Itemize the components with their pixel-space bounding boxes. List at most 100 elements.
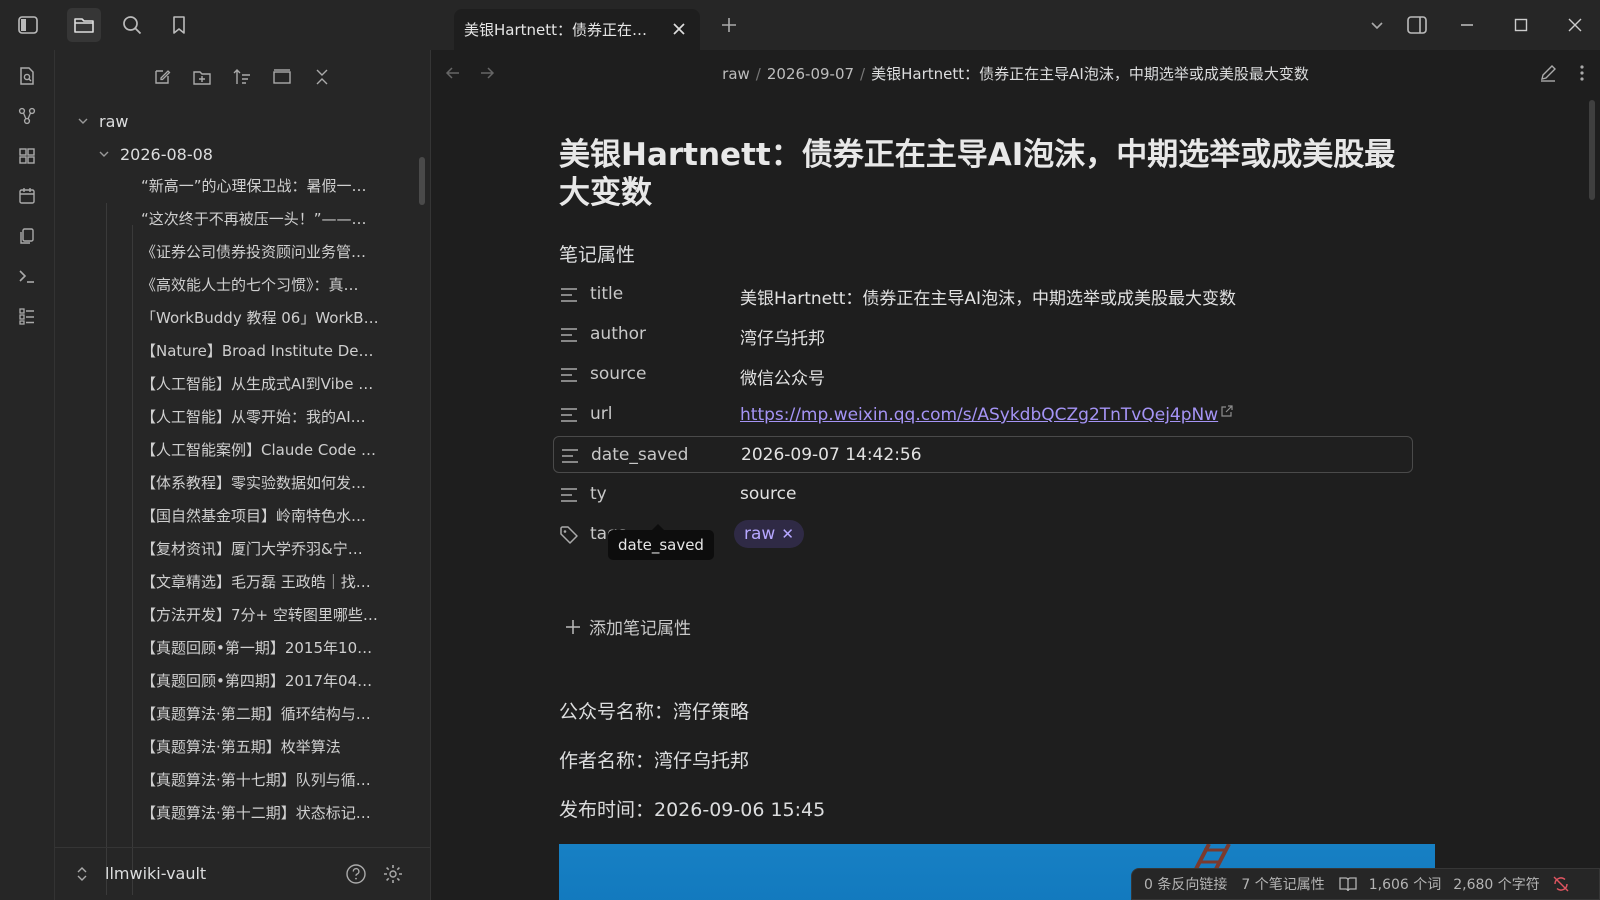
close-icon[interactable] xyxy=(670,20,688,38)
file-item[interactable]: 【真题算法·第五期】枚举算法 xyxy=(141,733,391,761)
help-icon[interactable] xyxy=(343,861,369,887)
property-key[interactable]: title xyxy=(590,284,623,304)
file-item[interactable]: “这次终于不再被压一头！”——… xyxy=(141,205,391,233)
maximize-icon[interactable] xyxy=(1506,10,1536,40)
property-value[interactable]: 2026-09-07 14:42:56 xyxy=(741,445,922,465)
file-item[interactable]: 【方法开发】7分+ 空转图里哪些… xyxy=(141,601,391,629)
file-item[interactable]: 【人工智能】从生成式AI到Vibe … xyxy=(141,370,391,398)
text-property-icon[interactable] xyxy=(559,405,579,425)
explorer-scrollbar[interactable] xyxy=(419,157,425,205)
note-title[interactable]: 美银Hartnett：债券正在主导AI泡沫，中期选举或成美股最大变数 xyxy=(559,136,1419,212)
file-item[interactable]: 【真题算法·第十二期】状态标记… xyxy=(141,799,391,827)
text-property-icon[interactable] xyxy=(560,446,580,466)
vault-switch-icon[interactable] xyxy=(73,864,91,884)
file-item[interactable]: 《高效能人士的七个习惯》：真… xyxy=(141,271,391,299)
property-value[interactable]: 微信公众号 xyxy=(740,364,825,389)
grid-icon[interactable] xyxy=(14,143,40,169)
property-value[interactable]: 湾仔乌托邦 xyxy=(740,324,825,349)
vault-name[interactable]: llmwiki-vault xyxy=(105,864,206,883)
tag-icon[interactable] xyxy=(559,525,579,545)
property-row-author[interactable]: author 湾仔乌托邦 xyxy=(553,316,1413,353)
note-content: 美银Hartnett：债券正在主导AI泡沫，中期选举或成美股最大变数 笔记属性 … xyxy=(553,136,1435,900)
file-item[interactable]: 【人工智能】从零开始：我的AI… xyxy=(141,403,391,431)
tab-list-chevron-icon[interactable] xyxy=(1362,10,1392,40)
folder-raw[interactable]: raw xyxy=(75,107,128,135)
body-paragraph[interactable]: 作者名称：湾仔乌托邦 xyxy=(559,746,749,773)
tag-pill[interactable]: raw ✕ xyxy=(734,520,804,548)
settings-gear-icon[interactable] xyxy=(380,861,406,887)
tab-active[interactable]: 美银Hartnett：债券正在… xyxy=(454,9,700,50)
file-item[interactable]: 【复材资讯】厦门大学乔羽&宁… xyxy=(141,535,391,563)
terminal-icon[interactable] xyxy=(14,263,40,289)
editor-pane: raw/2026-09-07/美银Hartnett：债券正在主导AI泡沫，中期选… xyxy=(431,50,1600,900)
properties-count[interactable]: 7 个笔记属性 xyxy=(1241,874,1324,894)
file-item[interactable]: 【真题算法·第十七期】队列与循… xyxy=(141,766,391,794)
body-paragraph[interactable]: 公众号名称：湾仔策略 xyxy=(559,697,749,724)
file-search-icon[interactable] xyxy=(14,63,40,89)
file-item[interactable]: 【真题回顾•第四期】2017年04… xyxy=(141,667,391,695)
sort-icon[interactable] xyxy=(229,64,255,90)
property-row-date-saved[interactable]: date_saved 2026-09-07 14:42:56 xyxy=(553,436,1413,473)
window-close-icon[interactable] xyxy=(1560,10,1590,40)
search-icon[interactable] xyxy=(115,8,149,42)
text-property-icon[interactable] xyxy=(559,365,579,385)
folder-icon[interactable] xyxy=(67,8,101,42)
add-property-button[interactable]: 添加笔记属性 xyxy=(563,614,691,639)
file-item[interactable]: 【人工智能案例】Claude Code … xyxy=(141,436,391,464)
file-item[interactable]: 《证券公司债券投资顾问业务管… xyxy=(141,238,391,266)
property-key[interactable]: author xyxy=(590,324,646,344)
editor-scrollbar[interactable] xyxy=(1589,100,1595,200)
collapse-view-icon[interactable] xyxy=(269,64,295,90)
property-row-source[interactable]: source 微信公众号 xyxy=(553,356,1413,393)
title-bar: 美银Hartnett：债券正在… xyxy=(0,0,1600,50)
text-property-icon[interactable] xyxy=(559,285,579,305)
list-icon[interactable] xyxy=(14,303,40,329)
file-item[interactable]: “新高一”的心理保卫战：暑假一… xyxy=(141,172,391,200)
text-property-icon[interactable] xyxy=(559,325,579,345)
file-item[interactable]: 【文章精选】毛万磊 王政皓｜找… xyxy=(141,568,391,596)
file-item[interactable]: 【体系教程】零实验数据如何发… xyxy=(141,469,391,497)
new-tab-icon[interactable] xyxy=(716,12,742,38)
file-item[interactable]: 【真题算法·第二期】循环结构与… xyxy=(141,700,391,728)
calendar-icon[interactable] xyxy=(14,183,40,209)
new-note-icon[interactable] xyxy=(149,64,175,90)
file-item[interactable]: 【Nature】Broad Institute De… xyxy=(141,337,391,365)
reading-mode-book-icon[interactable] xyxy=(1339,875,1357,893)
breadcrumb-current[interactable]: 美银Hartnett：债券正在主导AI泡沫，中期选举或成美股最大变数 xyxy=(871,65,1309,83)
breadcrumb-item[interactable]: raw xyxy=(722,65,750,83)
collapse-all-icon[interactable] xyxy=(309,64,335,90)
breadcrumb-item[interactable]: 2026-09-07 xyxy=(767,65,854,83)
url-link[interactable]: https://mp.weixin.qq.com/s/ASykdbQCZg2Tn… xyxy=(740,405,1218,425)
edit-pencil-icon[interactable] xyxy=(1535,60,1561,86)
property-value[interactable]: source xyxy=(740,484,796,504)
properties-heading[interactable]: 笔记属性 xyxy=(559,240,635,267)
external-link-icon xyxy=(1221,405,1233,417)
char-count: 2,680 个字符 xyxy=(1453,877,1540,893)
sidebar-toggle-icon[interactable] xyxy=(11,8,45,42)
remove-tag-icon[interactable]: ✕ xyxy=(781,525,794,543)
new-folder-icon[interactable] xyxy=(189,64,215,90)
sync-disabled-icon[interactable] xyxy=(1552,875,1570,893)
copy-icon[interactable] xyxy=(14,223,40,249)
file-item[interactable]: 【真题回顾•第一期】2015年10… xyxy=(141,634,391,662)
graph-icon[interactable] xyxy=(14,103,40,129)
body-paragraph[interactable]: 发布时间：2026-09-06 15:45 xyxy=(559,795,825,822)
backlinks-count[interactable]: 0 条反向链接 xyxy=(1144,874,1227,894)
more-options-icon[interactable] xyxy=(1569,60,1595,86)
file-item[interactable]: 【国自然基金项目】岭南特色水… xyxy=(141,502,391,530)
property-key[interactable]: source xyxy=(590,364,646,384)
file-item[interactable]: 「WorkBuddy 教程 06」WorkB… xyxy=(141,304,391,332)
folder-2026-08-08[interactable]: 2026-08-08 xyxy=(96,140,213,168)
property-value[interactable]: 美银Hartnett：债券正在主导AI泡沫，中期选举或成美股最大变数 xyxy=(740,284,1236,309)
minimize-icon[interactable] xyxy=(1452,10,1482,40)
right-sidebar-toggle-icon[interactable] xyxy=(1402,10,1432,40)
property-row-url[interactable]: url https://mp.weixin.qq.com/s/ASykdbQCZ… xyxy=(553,396,1413,433)
property-row-title[interactable]: title 美银Hartnett：债券正在主导AI泡沫，中期选举或成美股最大变数 xyxy=(553,276,1413,313)
property-key[interactable]: url xyxy=(590,404,613,424)
property-value-link[interactable]: https://mp.weixin.qq.com/s/ASykdbQCZg2Tn… xyxy=(740,404,1234,425)
text-property-icon[interactable] xyxy=(559,485,579,505)
property-row-type[interactable]: ty source xyxy=(553,476,1413,513)
bookmark-icon[interactable] xyxy=(162,8,196,42)
property-key[interactable]: ty xyxy=(590,484,607,504)
property-key[interactable]: date_saved xyxy=(591,445,688,465)
